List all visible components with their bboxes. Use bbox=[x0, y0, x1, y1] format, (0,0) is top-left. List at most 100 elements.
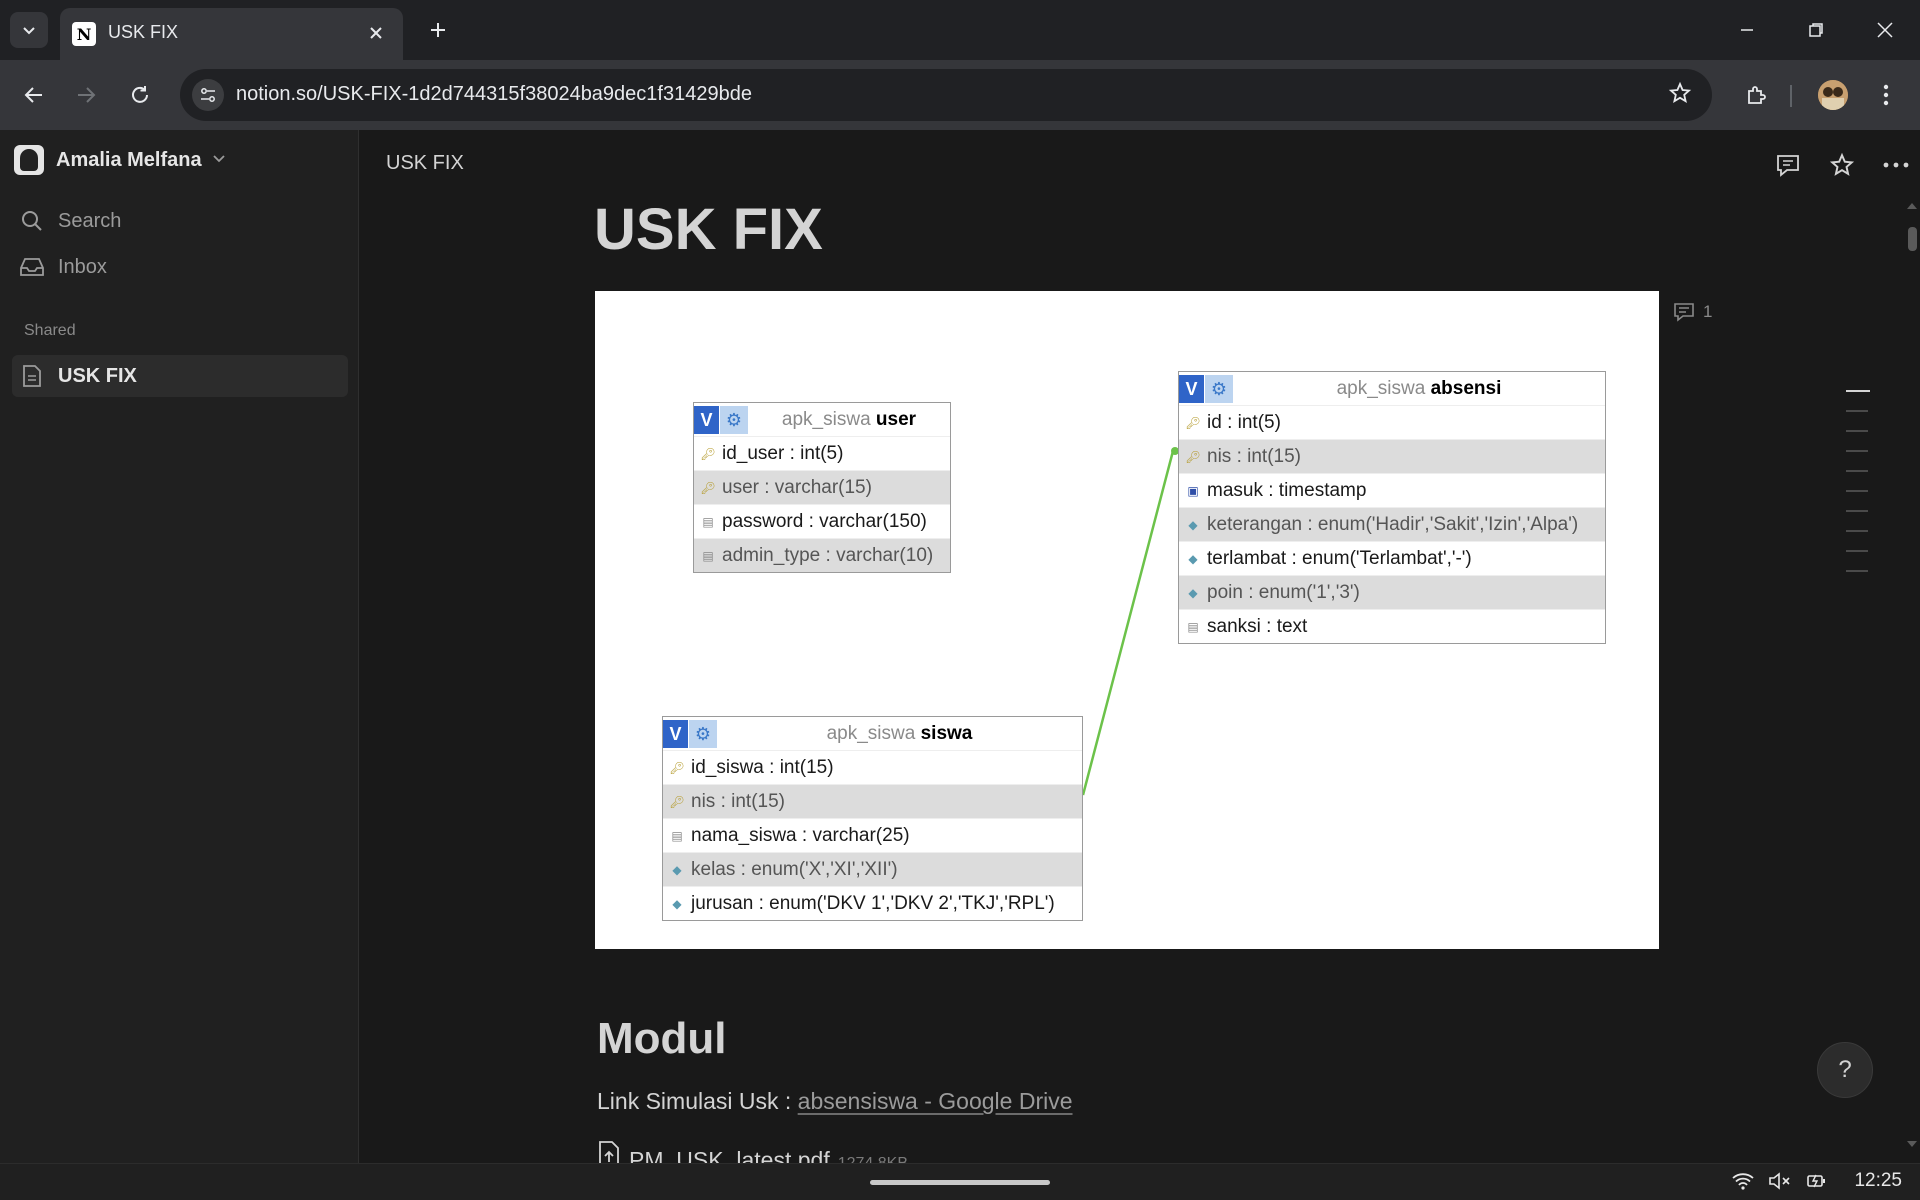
toc-line bbox=[1846, 470, 1868, 472]
volume-muted-icon[interactable] bbox=[1768, 1172, 1792, 1190]
toc-line bbox=[1846, 410, 1868, 412]
file-upload-icon bbox=[599, 1141, 619, 1163]
site-info-button[interactable] bbox=[192, 79, 224, 111]
os-taskbar: 12:25 bbox=[0, 1163, 1920, 1200]
reload-button[interactable] bbox=[120, 75, 160, 115]
toc-line bbox=[1846, 390, 1870, 392]
enum-icon: ◆ bbox=[1188, 585, 1198, 600]
close-icon bbox=[370, 27, 382, 39]
key-icon: 🔑︎ bbox=[669, 760, 685, 775]
wifi-icon[interactable] bbox=[1732, 1172, 1755, 1190]
scroll-down-icon bbox=[1907, 1141, 1917, 1147]
erd-column-row: 🔑︎ user : varchar(15) bbox=[694, 470, 950, 504]
search-icon bbox=[12, 209, 52, 233]
address-bar[interactable]: notion.so/USK-FIX-1d2d744315f38024ba9dec… bbox=[180, 69, 1712, 121]
extensions-button[interactable] bbox=[1736, 75, 1776, 115]
toc-line bbox=[1846, 530, 1868, 532]
table-of-contents-indicator[interactable] bbox=[1842, 390, 1872, 590]
scroll-up-icon bbox=[1907, 203, 1917, 209]
calendar-icon: ▣ bbox=[1187, 483, 1199, 498]
sidebar-item-search[interactable]: Search bbox=[12, 200, 348, 242]
toolbar-divider bbox=[1790, 85, 1792, 107]
sidebar-section-shared: Shared bbox=[24, 322, 76, 339]
comments-button[interactable] bbox=[1770, 147, 1806, 183]
tune-icon bbox=[201, 88, 215, 102]
toc-line bbox=[1846, 430, 1868, 432]
tab-usk-fix[interactable]: N USK FIX bbox=[60, 8, 403, 60]
profile-photo-icon bbox=[1818, 80, 1848, 110]
enum-icon: ◆ bbox=[672, 896, 682, 911]
battery-charging-icon[interactable] bbox=[1806, 1172, 1830, 1190]
erd-table-user: V ⚙ apk_siswa user 🔑︎ id_user : int(5) 🔑︎… bbox=[693, 402, 951, 573]
gear-icon: ⚙ bbox=[1205, 375, 1233, 403]
tab-strip: N USK FIX bbox=[0, 0, 1920, 60]
gesture-bar[interactable] bbox=[870, 1180, 1050, 1185]
erd-table-header: V ⚙ apk_siswa absensi bbox=[1179, 372, 1605, 405]
image-comment-indicator[interactable]: 1 bbox=[1673, 302, 1712, 322]
enum-icon: ◆ bbox=[1188, 517, 1198, 532]
close-tab-button[interactable] bbox=[361, 18, 391, 48]
drive-link[interactable]: absensiswa - Google Drive bbox=[798, 1088, 1073, 1114]
clock[interactable]: 12:25 bbox=[1854, 1170, 1902, 1192]
erd-table-absensi: V ⚙ apk_siswa absensi 🔑︎ id : int(5) 🔑︎ ni… bbox=[1178, 371, 1606, 644]
profile-avatar[interactable] bbox=[1818, 80, 1848, 110]
minimize-button[interactable] bbox=[1712, 0, 1782, 60]
page-title[interactable]: USK FIX bbox=[594, 196, 823, 263]
tab-search-button[interactable] bbox=[10, 12, 48, 48]
restore-button[interactable] bbox=[1781, 0, 1851, 60]
enum-icon: ◆ bbox=[672, 862, 682, 877]
sidebar-item-inbox[interactable]: Inbox bbox=[12, 246, 348, 288]
notion-favicon-icon: N bbox=[72, 22, 96, 46]
enum-icon: ◆ bbox=[1188, 551, 1198, 566]
arrow-right-icon bbox=[78, 87, 96, 103]
erd-diagram-image[interactable]: V ⚙ apk_siswa user 🔑︎ id_user : int(5) 🔑︎… bbox=[595, 291, 1659, 949]
workspace-avatar bbox=[14, 145, 44, 175]
erd-table-title: apk_siswa absensi bbox=[1336, 377, 1502, 399]
new-tab-button[interactable] bbox=[418, 12, 458, 48]
close-icon bbox=[1877, 22, 1893, 38]
arrow-left-icon bbox=[24, 87, 42, 103]
favorite-button[interactable] bbox=[1824, 147, 1860, 183]
url-text[interactable]: notion.so/USK-FIX-1d2d744315f38024ba9dec… bbox=[236, 83, 752, 106]
gear-icon: ⚙ bbox=[689, 720, 717, 748]
help-button[interactable]: ? bbox=[1817, 1042, 1873, 1098]
browser-toolbar: notion.so/USK-FIX-1d2d744315f38024ba9dec… bbox=[0, 60, 1920, 130]
link-paragraph[interactable]: Link Simulasi Usk : absensiswa - Google … bbox=[597, 1088, 1073, 1115]
page-scrollbar[interactable] bbox=[1904, 200, 1920, 1150]
erd-column-row: 🔑︎ id_user : int(5) bbox=[694, 436, 950, 470]
file-size: 1274.8KB bbox=[838, 1155, 908, 1163]
link-prefix: Link Simulasi Usk : bbox=[597, 1088, 798, 1114]
erd-column-row: ◆ kelas : enum('X','XI','XII') bbox=[663, 852, 1082, 886]
close-window-button[interactable] bbox=[1850, 0, 1920, 60]
view-badge-icon: V bbox=[694, 406, 719, 434]
erd-column-row: ◆ poin : enum('1','3') bbox=[1179, 575, 1605, 609]
section-heading[interactable]: Modul bbox=[597, 1014, 727, 1064]
field-icon: ▤ bbox=[702, 514, 714, 529]
workspace-switcher[interactable]: Amalia Melfana bbox=[14, 142, 226, 178]
erd-column-row: ◆ keterangan : enum('Hadir','Sakit','Izin… bbox=[1179, 507, 1605, 541]
breadcrumb[interactable]: USK FIX bbox=[386, 152, 464, 175]
key-icon: 🔑︎ bbox=[700, 480, 716, 495]
file-attachment[interactable]: PM_USK_latest.pdf 1274.8KB bbox=[597, 1140, 908, 1163]
page-menu-button[interactable] bbox=[1878, 147, 1914, 183]
bookmark-star-button[interactable] bbox=[1668, 81, 1692, 112]
back-button[interactable] bbox=[14, 75, 54, 115]
sidebar-item-usk-fix[interactable]: USK FIX bbox=[12, 355, 348, 397]
erd-table-title: apk_siswa siswa bbox=[826, 722, 973, 744]
minimize-icon bbox=[1741, 29, 1753, 31]
forward-button[interactable] bbox=[66, 75, 106, 115]
view-badge-icon: V bbox=[1179, 375, 1204, 403]
erd-column-row: 🔑︎ id_siswa : int(15) bbox=[663, 750, 1082, 784]
sidebar-item-label: USK FIX bbox=[58, 364, 137, 387]
page-icon bbox=[12, 364, 52, 388]
field-icon: ▤ bbox=[671, 828, 683, 843]
browser-menu-button[interactable] bbox=[1866, 75, 1906, 115]
key-icon: 🔑︎ bbox=[669, 794, 685, 809]
scroll-thumb[interactable] bbox=[1908, 227, 1917, 251]
star-icon bbox=[1668, 81, 1692, 104]
comment-icon bbox=[1674, 303, 1694, 322]
key-icon: 🔑︎ bbox=[700, 446, 716, 461]
sidebar-item-label: Inbox bbox=[58, 255, 107, 278]
erd-column-row: 🔑︎ nis : int(15) bbox=[663, 784, 1082, 818]
erd-column-row: ▤ password : varchar(150) bbox=[694, 504, 950, 538]
